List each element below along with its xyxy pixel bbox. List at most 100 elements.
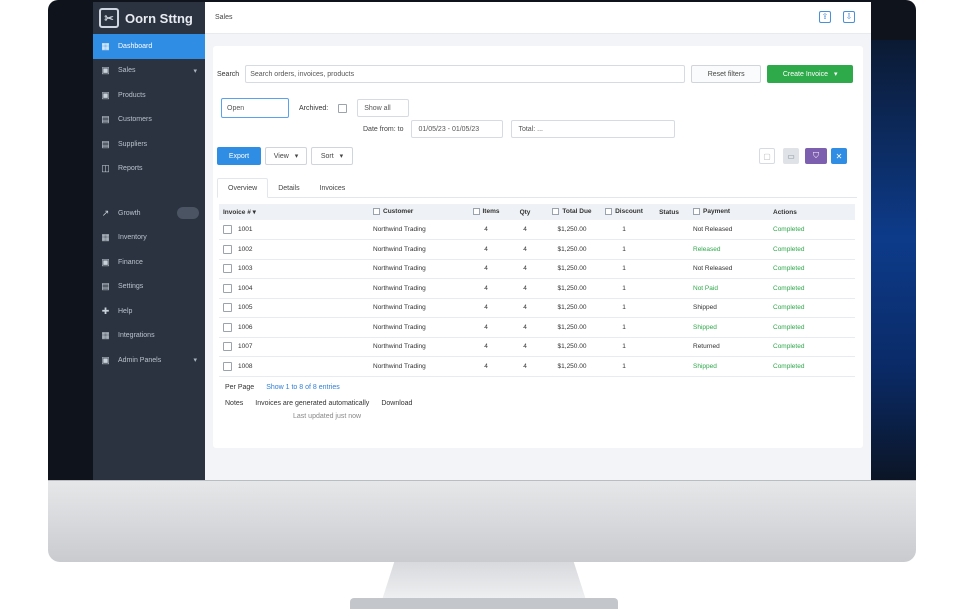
date-range-input[interactable]: 01/05/23 - 01/05/23: [411, 120, 504, 138]
cell-text: 1: [622, 284, 626, 292]
cell-text: $1,250.00: [557, 362, 587, 370]
column-header[interactable]: Status: [649, 204, 689, 220]
sidebar-item-settings[interactable]: ▤ Settings: [93, 275, 205, 300]
content-card: Search Search orders, invoices, products…: [213, 46, 863, 448]
grid-icon: ▦: [101, 40, 110, 51]
tab-invoices[interactable]: Invoices: [310, 178, 356, 198]
download-link[interactable]: Download: [381, 400, 412, 407]
row-checkbox[interactable]: [223, 342, 232, 352]
sidebar-item-admin[interactable]: ▣ Admin Panels ▾: [93, 348, 205, 373]
row-checkbox[interactable]: [223, 303, 232, 313]
table-row[interactable]: 1006 Northwind Trading 4 4 $1,250.00 1 Shipped…: [219, 317, 855, 338]
sidebar-item-sales[interactable]: ▣ Sales ▾: [93, 59, 205, 84]
export-button[interactable]: Export: [217, 147, 261, 165]
wallet-icon: ▣: [101, 256, 110, 267]
table-cell: Not Released: [689, 220, 769, 240]
column-header[interactable]: Invoice # ▾: [219, 204, 369, 220]
table-cell: 1: [599, 337, 649, 357]
gear-icon: ▤: [101, 281, 110, 292]
sidebar-item-suppliers[interactable]: ▤ Suppliers: [93, 132, 205, 157]
table-cell: 4: [505, 278, 545, 299]
table-row[interactable]: 1004 Northwind Trading 4 4 $1,250.00 1 Not Pai…: [219, 278, 855, 299]
table-cell: [649, 317, 689, 338]
cell-text: 4: [523, 362, 527, 370]
column-header[interactable]: Customer: [369, 204, 467, 220]
sidebar-item-customers[interactable]: ▤ Customers: [93, 108, 205, 133]
cell-text: $1,250.00: [557, 265, 587, 273]
column-header[interactable]: Payment: [689, 204, 769, 220]
cell-text: 1: [622, 226, 626, 233]
table-row[interactable]: 1005 Northwind Trading 4 4 $1,250.00 1 Shipped…: [219, 298, 855, 318]
upload-icon[interactable]: ⇪: [819, 11, 831, 23]
tab-details[interactable]: Details: [268, 178, 309, 198]
search-input[interactable]: Search orders, invoices, products: [245, 65, 686, 83]
create-invoice-button[interactable]: Create Invoice ▾: [767, 65, 854, 83]
archived-label: Archived:: [299, 104, 329, 112]
reset-filters-button[interactable]: Reset filters: [691, 65, 762, 83]
row-checkbox[interactable]: [223, 225, 232, 234]
sidebar-item-dashboard[interactable]: ▦ Dashboard: [93, 34, 205, 59]
cell-text: 4: [484, 343, 488, 351]
filter-icon[interactable]: ⛉: [805, 148, 827, 164]
sidebar-item-integrations[interactable]: ▦ Integrations: [93, 324, 205, 349]
table-row[interactable]: 1001 Northwind Trading 4 4 $1,250.00 1 Not Rel…: [219, 220, 855, 240]
cell-text: $1,250.00: [557, 343, 587, 351]
entries-link[interactable]: Show 1 to 8 of 8 entries: [266, 384, 340, 391]
column-header[interactable]: Items: [467, 204, 505, 220]
close-icon[interactable]: ✕: [831, 148, 847, 164]
message-icon[interactable]: ▭: [783, 148, 799, 164]
brand[interactable]: ✂ Oorn Sttng: [93, 2, 205, 34]
create-invoice-label: Create Invoice: [782, 70, 828, 78]
topbar: Sales ⇪ ⇩: [205, 2, 871, 34]
sidebar-item-help[interactable]: ✚ Help: [93, 299, 205, 324]
cell-text: 1: [622, 245, 626, 253]
cell-text: 1: [622, 265, 626, 273]
column-header[interactable]: Discount: [599, 204, 649, 220]
copy-icon[interactable]: ▢: [759, 148, 775, 164]
sidebar-item-growth[interactable]: ↗ Growth: [93, 201, 205, 226]
table-cell: $1,250.00: [545, 220, 599, 240]
cell-text: 4: [484, 284, 488, 292]
archived-checkbox[interactable]: [338, 103, 348, 113]
column-header[interactable]: Total Due: [545, 204, 599, 220]
column-header[interactable]: Actions: [769, 204, 855, 220]
show-all-select[interactable]: Show all: [357, 99, 410, 117]
sidebar-item-finance[interactable]: ▣ Finance: [93, 250, 205, 275]
view-dropdown[interactable]: View ▾: [265, 147, 307, 165]
per-page-label: Per Page: [225, 384, 255, 391]
column-header[interactable]: Qty: [505, 204, 545, 220]
cell-text: Northwind Trading: [373, 284, 426, 292]
table-cell: $1,250.00: [545, 298, 599, 318]
table-cell: Northwind Trading: [369, 317, 467, 338]
row-checkbox[interactable]: [223, 283, 232, 293]
sidebar-item-reports[interactable]: ◫ Reports: [93, 157, 205, 182]
sort-label: Sort: [320, 152, 334, 160]
table-row[interactable]: 1002 Northwind Trading 4 4 $1,250.00 1 Release…: [219, 239, 855, 260]
table-cell: 1: [599, 317, 649, 338]
sidebar-item-inventory[interactable]: ▦ Inventory: [93, 226, 205, 251]
sidebar-divider: [93, 181, 205, 201]
table-cell: 4: [505, 259, 545, 279]
row-checkbox[interactable]: [223, 264, 232, 274]
download-icon[interactable]: ⇩: [843, 11, 855, 23]
table-row[interactable]: 1003 Northwind Trading 4 4 $1,250.00 1 Not Rel…: [219, 259, 855, 279]
tab-overview[interactable]: Overview: [217, 178, 269, 198]
cell-text: Completed: [773, 245, 805, 253]
row-checkbox[interactable]: [223, 244, 232, 254]
sidebar-item-label: Growth: [118, 209, 141, 217]
table-cell: 4: [505, 317, 545, 338]
table-cell: Northwind Trading: [369, 220, 467, 240]
table-cell: Not Released: [689, 259, 769, 279]
row-checkbox[interactable]: [223, 361, 232, 371]
toggle-pill[interactable]: [177, 207, 199, 220]
status-filter-input[interactable]: Open: [221, 98, 289, 118]
table-row[interactable]: 1007 Northwind Trading 4 4 $1,250.00 1 Returne…: [219, 337, 855, 357]
cell-text: Northwind Trading: [373, 304, 426, 312]
sidebar-item-products[interactable]: ▣ Products: [93, 83, 205, 108]
sort-dropdown[interactable]: Sort ▾: [311, 147, 353, 165]
cell-text: 4: [484, 323, 488, 331]
total-input[interactable]: Total: ...: [511, 120, 676, 138]
table-cell: Shipped: [689, 298, 769, 318]
row-checkbox[interactable]: [223, 322, 232, 332]
table-row[interactable]: 1008 Northwind Trading 4 4 $1,250.00 1 Shipped…: [219, 356, 855, 377]
